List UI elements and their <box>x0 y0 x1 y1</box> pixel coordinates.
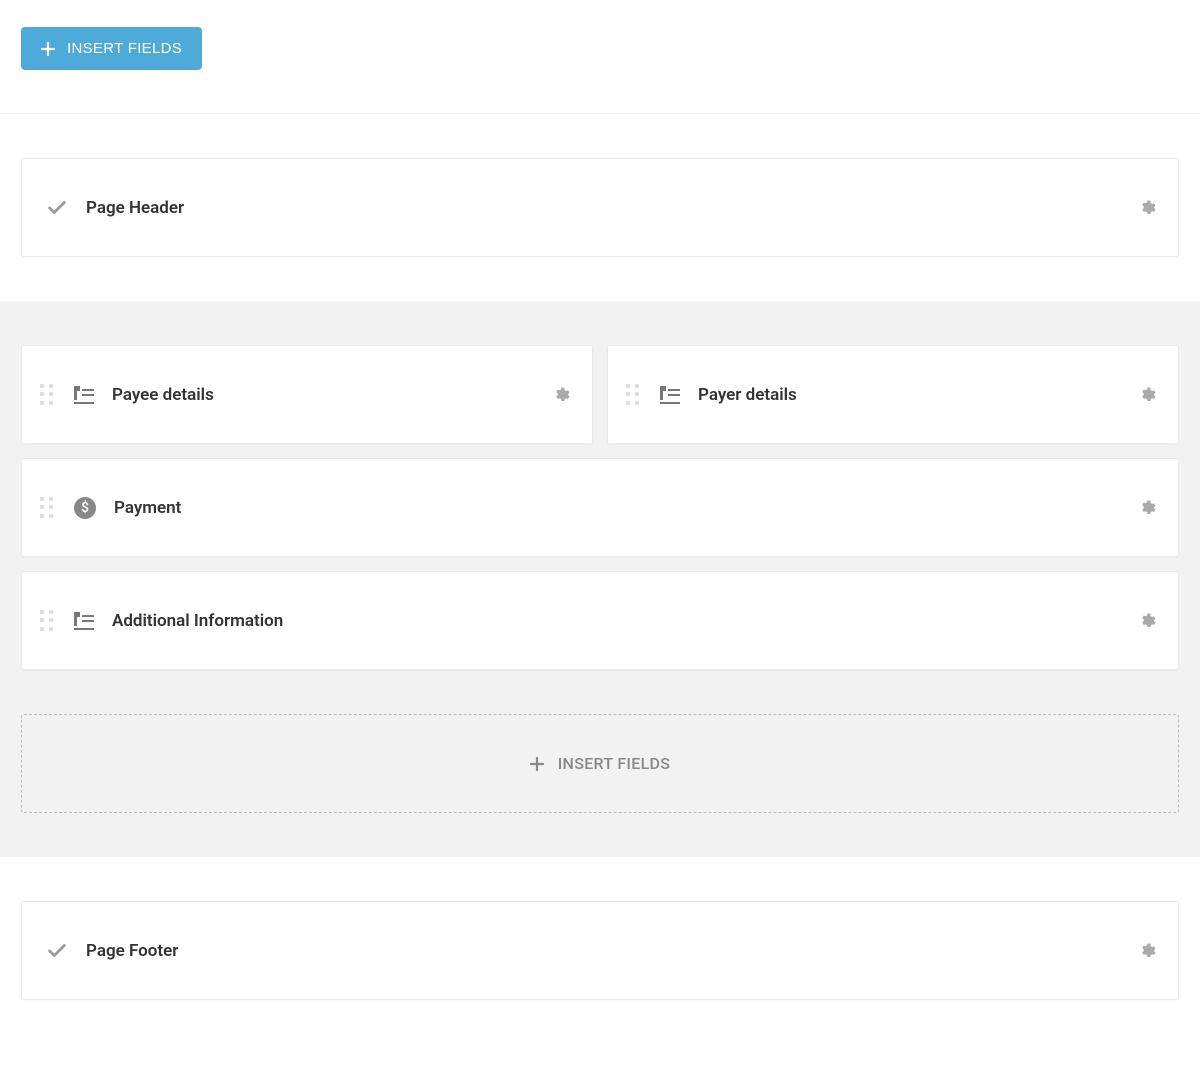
gear-icon[interactable] <box>1138 499 1156 517</box>
drag-handle-icon[interactable] <box>626 384 640 406</box>
footer-zone: Page Footer <box>0 857 1200 1065</box>
text-block-icon <box>74 386 94 404</box>
payee-details-title: Payee details <box>112 385 214 405</box>
page-footer-title: Page Footer <box>86 941 178 961</box>
check-icon <box>46 197 68 219</box>
payment-title: Payment <box>114 498 181 518</box>
gear-icon[interactable] <box>1138 386 1156 404</box>
page-header-card[interactable]: Page Header <box>21 158 1179 257</box>
payee-details-card[interactable]: Payee details <box>21 345 593 444</box>
additional-information-card[interactable]: Additional Information <box>21 571 1179 670</box>
insert-fields-label: INSERT FIELDS <box>67 40 182 57</box>
text-block-icon <box>660 386 680 404</box>
additional-information-title: Additional Information <box>112 611 283 631</box>
page-footer-card[interactable]: Page Footer <box>21 901 1179 1000</box>
header-zone: Page Header <box>0 114 1200 301</box>
gear-icon[interactable] <box>1138 612 1156 630</box>
gear-icon[interactable] <box>1138 199 1156 217</box>
dollar-icon: $ <box>74 497 96 519</box>
gear-icon[interactable] <box>552 386 570 404</box>
insert-fields-button[interactable]: INSERT FIELDS <box>21 27 202 70</box>
plus-icon <box>530 757 544 771</box>
insert-fields-dropzone[interactable]: INSERT FIELDS <box>21 714 1179 813</box>
payment-card[interactable]: $ Payment <box>21 458 1179 557</box>
payer-details-title: Payer details <box>698 385 797 405</box>
body-zone: Payee details Payer details $ <box>0 301 1200 857</box>
insert-fields-zone-label: INSERT FIELDS <box>558 754 671 773</box>
drag-handle-icon[interactable] <box>40 384 54 406</box>
plus-icon <box>41 42 55 56</box>
text-block-icon <box>74 612 94 630</box>
payer-details-card[interactable]: Payer details <box>607 345 1179 444</box>
toolbar: INSERT FIELDS <box>0 0 1200 114</box>
page-header-title: Page Header <box>86 198 184 218</box>
drag-handle-icon[interactable] <box>40 497 54 519</box>
check-icon <box>46 940 68 962</box>
gear-icon[interactable] <box>1138 942 1156 960</box>
drag-handle-icon[interactable] <box>40 610 54 632</box>
